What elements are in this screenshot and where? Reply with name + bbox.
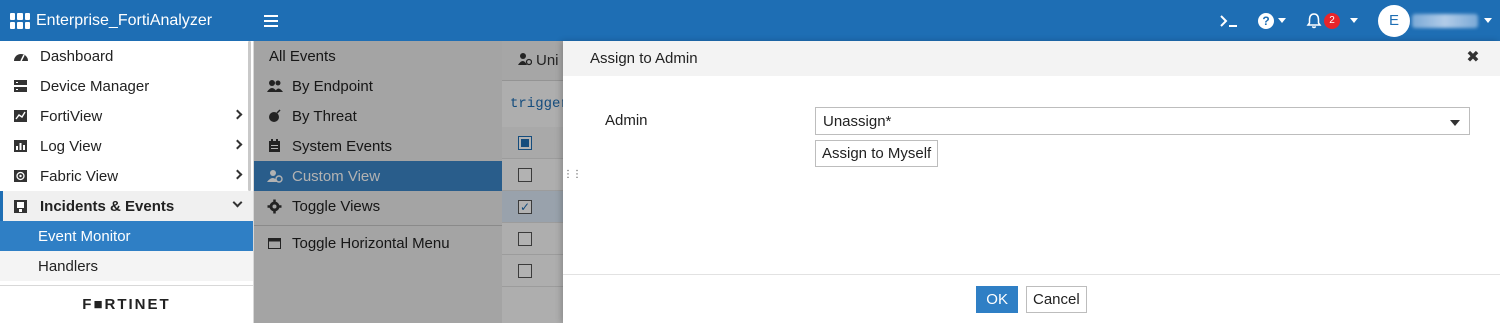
sidebar-item-label: FortiView [40, 107, 103, 125]
close-icon[interactable]: ✖ [1466, 50, 1480, 66]
dialog-title: Assign to Admin [590, 50, 698, 67]
chevron-down-icon [232, 197, 243, 208]
resize-handle[interactable]: ⋮⋮ [563, 170, 582, 188]
hamburger-menu-icon[interactable] [264, 14, 278, 27]
admin-select[interactable]: Unassign* [815, 107, 1470, 135]
sidebar-item-label: Dashboard [40, 47, 114, 65]
admin-select-value: Unassign* [823, 112, 892, 130]
dialog-footer: OK Cancel [563, 274, 1500, 323]
top-bar: Enterprise_FortiAnalyzer ? 2 E [0, 0, 1500, 41]
sidebar: Dashboard Device Manager FortiView Log V… [0, 41, 254, 323]
sidebar-item-fabric-view[interactable]: Fabric View [0, 161, 253, 191]
dashboard-icon [12, 49, 29, 64]
chevron-down-icon [1484, 18, 1492, 23]
cancel-button[interactable]: Cancel [1025, 285, 1087, 313]
sidebar-item-fortiview[interactable]: FortiView [0, 101, 253, 131]
avatar: E [1378, 4, 1410, 37]
sidebar-subitem-handlers[interactable]: Handlers [0, 251, 253, 281]
ok-button[interactable]: OK [976, 285, 1018, 313]
sidebar-scrollbar[interactable] [248, 41, 251, 191]
brand[interactable]: Enterprise_FortiAnalyzer [0, 0, 254, 41]
help-icon: ? [1258, 12, 1274, 29]
sidebar-item-label: Log View [40, 137, 102, 155]
sidebar-item-device-manager[interactable]: Device Manager [0, 71, 253, 101]
username-redacted [1412, 13, 1478, 28]
bell-icon [1306, 12, 1322, 28]
sidebar-item-label: Fabric View [40, 167, 119, 185]
chevron-down-icon [1278, 18, 1286, 23]
user-menu[interactable]: E [1378, 4, 1492, 37]
fortiview-icon [12, 109, 29, 124]
assign-admin-dialog: Assign to Admin ✖ Admin Unassign* Assign… [563, 41, 1500, 323]
fortinet-logo: F■RTINET [82, 296, 171, 313]
chevron-right-icon [232, 139, 243, 150]
log-view-icon [12, 139, 29, 154]
dialog-header: Assign to Admin ✖ [563, 41, 1500, 76]
sidebar-item-incidents-events[interactable]: Incidents & Events [0, 191, 253, 221]
chevron-right-icon [232, 109, 243, 120]
sidebar-item-label: Device Manager [40, 77, 150, 95]
chevron-down-icon [1350, 18, 1358, 23]
sidebar-subitem-event-monitor[interactable]: Event Monitor [0, 221, 253, 251]
device-manager-icon [12, 79, 29, 94]
top-right-tools: ? 2 E [1220, 0, 1500, 41]
assign-to-myself-button[interactable]: Assign to Myself [815, 140, 939, 167]
admin-label: Admin [605, 112, 648, 129]
cli-console-icon[interactable] [1220, 14, 1238, 28]
app-grid-icon[interactable] [10, 12, 30, 29]
incidents-icon [12, 199, 29, 214]
notification-badge: 2 [1324, 12, 1340, 29]
sidebar-item-dashboard[interactable]: Dashboard [0, 41, 253, 71]
chevron-down-icon [1450, 120, 1460, 126]
sidebar-item-label: Incidents & Events [40, 197, 175, 215]
notifications-menu[interactable]: 2 [1306, 12, 1358, 29]
help-menu[interactable]: ? [1258, 12, 1286, 29]
dialog-body: Admin Unassign* Assign to Myself [563, 76, 1500, 274]
sidebar-item-log-view[interactable]: Log View [0, 131, 253, 161]
fabric-view-icon [12, 169, 29, 184]
app-title: Enterprise_FortiAnalyzer [36, 11, 213, 29]
chevron-right-icon [232, 169, 243, 180]
